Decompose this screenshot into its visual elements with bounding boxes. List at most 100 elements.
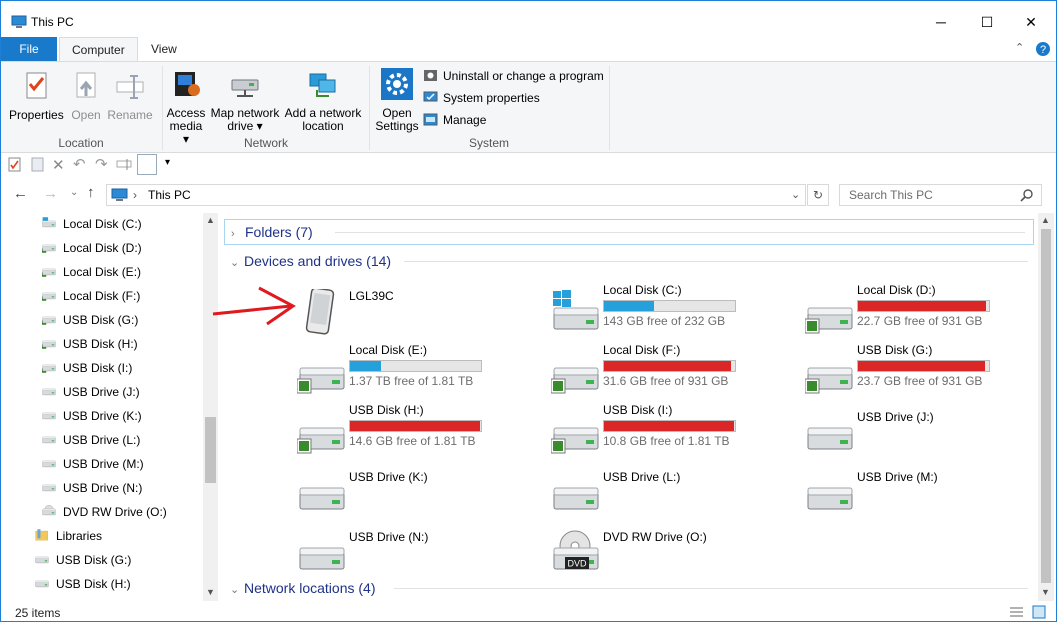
nav-item[interactable]: USB Disk (I:) xyxy=(41,357,132,379)
group-network-locations[interactable]: ⌄ Network locations (4) xyxy=(224,576,1034,600)
maximize-button[interactable]: ☐ xyxy=(964,7,1010,37)
drive-tile[interactable]: Local Disk (D:) 22.7 GB free of 931 GB xyxy=(804,283,1038,343)
nav-item[interactable]: USB Disk (G:) xyxy=(41,309,138,331)
minimize-button[interactable]: ─ xyxy=(918,7,964,37)
recent-locations-icon[interactable]: ⌄ xyxy=(70,187,78,198)
location-group-label: Location xyxy=(58,136,104,150)
drive-tile[interactable]: USB Disk (I:) 10.8 GB free of 1.81 TB xyxy=(550,403,801,463)
group-devices[interactable]: ⌄ Devices and drives (14) xyxy=(224,249,1034,273)
capacity-bar xyxy=(603,420,736,432)
drive-tile[interactable]: USB Disk (H:) 14.6 GB free of 1.81 TB xyxy=(296,403,547,463)
properties-qat-icon[interactable] xyxy=(8,157,21,172)
drive-name: USB Drive (K:) xyxy=(349,470,428,484)
capacity-bar xyxy=(349,420,482,432)
usb-drive-icon xyxy=(34,551,50,564)
open-button[interactable]: Open xyxy=(67,70,105,122)
hard-drive-icon xyxy=(296,409,347,455)
content-scroll-thumb[interactable] xyxy=(1041,229,1051,583)
search-icon xyxy=(1020,189,1033,202)
forward-arrow-icon[interactable]: → xyxy=(43,185,58,202)
open-label: Open xyxy=(71,108,101,122)
close-button[interactable]: ✕ xyxy=(1008,7,1054,37)
refresh-button[interactable]: ↻ xyxy=(807,184,829,206)
address-dropdown-icon[interactable]: ⌄ xyxy=(791,188,800,201)
scroll-down-icon[interactable]: ▼ xyxy=(1041,587,1050,597)
nav-item[interactable]: USB Disk (G:) xyxy=(34,549,131,571)
back-arrow-icon[interactable]: ← xyxy=(13,185,28,202)
svg-text:DVD: DVD xyxy=(567,559,587,569)
rename-qat-icon[interactable] xyxy=(116,158,134,171)
search-input[interactable]: Search This PC xyxy=(839,184,1042,206)
nav-item[interactable]: USB Drive (K:) xyxy=(41,405,142,427)
drive-tile[interactable]: USB Drive (K:) xyxy=(297,463,547,523)
drive-icon xyxy=(41,335,57,349)
nav-item[interactable]: Local Disk (D:) xyxy=(41,237,142,259)
nav-item[interactable]: USB Drive (L:) xyxy=(41,429,140,451)
delete-icon[interactable]: ✕ xyxy=(52,156,65,174)
qat-placeholder-box[interactable] xyxy=(137,154,157,175)
drive-tile[interactable]: USB Drive (L:) xyxy=(551,463,801,523)
map-network-drive-button[interactable]: Map network drive ▾ xyxy=(209,68,281,133)
drive-tile[interactable]: USB Disk (G:) 23.7 GB free of 931 GB xyxy=(804,343,1038,403)
nav-item[interactable]: USB Drive (M:) xyxy=(41,453,144,475)
undo-icon[interactable]: ↶ xyxy=(73,155,86,173)
nav-item[interactable]: USB Drive (J:) xyxy=(41,381,140,403)
capacity-bar-fill xyxy=(858,361,986,371)
windows-drive-icon xyxy=(551,289,601,335)
nav-item[interactable]: USB Disk (H:) xyxy=(34,573,131,595)
drive-tile[interactable]: Local Disk (F:) 31.6 GB free of 931 GB xyxy=(550,343,801,403)
uninstall-program-button[interactable]: Uninstall or change a program xyxy=(423,67,604,85)
uninstall-icon xyxy=(424,70,437,81)
nav-item[interactable]: Local Disk (F:) xyxy=(41,285,140,307)
new-folder-qat-icon[interactable] xyxy=(31,157,44,172)
breadcrumb[interactable]: This PC xyxy=(148,188,191,202)
nav-item[interactable]: DVD RW Drive (O:) xyxy=(41,501,167,523)
collapse-ribbon-icon[interactable]: ⌃ xyxy=(1015,41,1024,54)
nav-item[interactable]: USB Drive (N:) xyxy=(41,477,142,499)
nav-item[interactable]: Local Disk (E:) xyxy=(41,261,141,283)
system-properties-button[interactable]: System properties xyxy=(423,89,540,107)
nav-item[interactable]: USB Disk (H:) xyxy=(41,333,138,355)
help-icon[interactable]: ? xyxy=(1035,41,1051,57)
properties-button[interactable]: Properties xyxy=(9,70,64,122)
qat-dropdown-icon[interactable]: ▾ xyxy=(165,157,170,168)
hard-drive-icon xyxy=(296,349,347,395)
drive-name: USB Drive (L:) xyxy=(603,470,681,484)
details-view-icon[interactable] xyxy=(1009,606,1024,618)
properties-label: Properties xyxy=(9,108,64,122)
nav-item[interactable]: Local Disk (C:) xyxy=(41,213,142,235)
scroll-up-icon[interactable]: ▲ xyxy=(206,215,215,225)
drive-tile[interactable]: USB Drive (J:) xyxy=(805,403,1038,463)
breadcrumb-chevron-icon[interactable]: › xyxy=(133,188,137,202)
large-icons-view-icon[interactable] xyxy=(1032,605,1046,619)
group-folders[interactable]: › Folders (7) xyxy=(224,219,1034,245)
drive-name: LGL39C xyxy=(349,289,394,303)
nav-item[interactable]: Libraries xyxy=(34,525,102,547)
nav-scroll-thumb[interactable] xyxy=(205,417,216,483)
drive-tile[interactable]: USB Drive (N:) xyxy=(297,523,547,583)
dvd-drive-icon: DVD xyxy=(551,529,601,575)
drive-tile[interactable]: Local Disk (E:) 1.37 TB free of 1.81 TB xyxy=(296,343,547,403)
usb-drive-icon xyxy=(805,469,855,515)
drive-tile[interactable]: Local Disk (C:) 143 GB free of 232 GB xyxy=(551,283,801,343)
drive-tile[interactable]: DVD DVD RW Drive (O:) xyxy=(551,523,801,583)
up-arrow-icon[interactable]: ↑ xyxy=(87,184,95,201)
scroll-down-icon[interactable]: ▼ xyxy=(206,587,215,597)
address-bar[interactable]: › This PC ⌄ xyxy=(106,184,806,206)
tab-view[interactable]: View xyxy=(139,37,189,62)
add-network-location-button[interactable]: Add a network location xyxy=(283,68,363,133)
tab-computer[interactable]: Computer xyxy=(59,37,138,62)
nav-scrollbar[interactable]: ▲ ▼ xyxy=(203,213,218,601)
drive-name: USB Drive (M:) xyxy=(857,470,938,484)
manage-button[interactable]: Manage xyxy=(423,111,486,129)
drive-tile[interactable]: LGL39C xyxy=(297,283,547,343)
add-network-location-label-2: location xyxy=(302,119,344,133)
tab-file[interactable]: File xyxy=(1,37,57,62)
rename-button[interactable]: Rename xyxy=(107,70,153,122)
access-media-button[interactable]: Access media ▾ xyxy=(165,68,207,146)
content-scrollbar[interactable]: ▲ ▼ xyxy=(1038,213,1054,601)
redo-icon[interactable]: ↷ xyxy=(95,155,108,173)
open-settings-button[interactable]: Open Settings xyxy=(373,68,421,133)
scroll-up-icon[interactable]: ▲ xyxy=(1041,215,1050,225)
drive-tile[interactable]: USB Drive (M:) xyxy=(805,463,1038,523)
